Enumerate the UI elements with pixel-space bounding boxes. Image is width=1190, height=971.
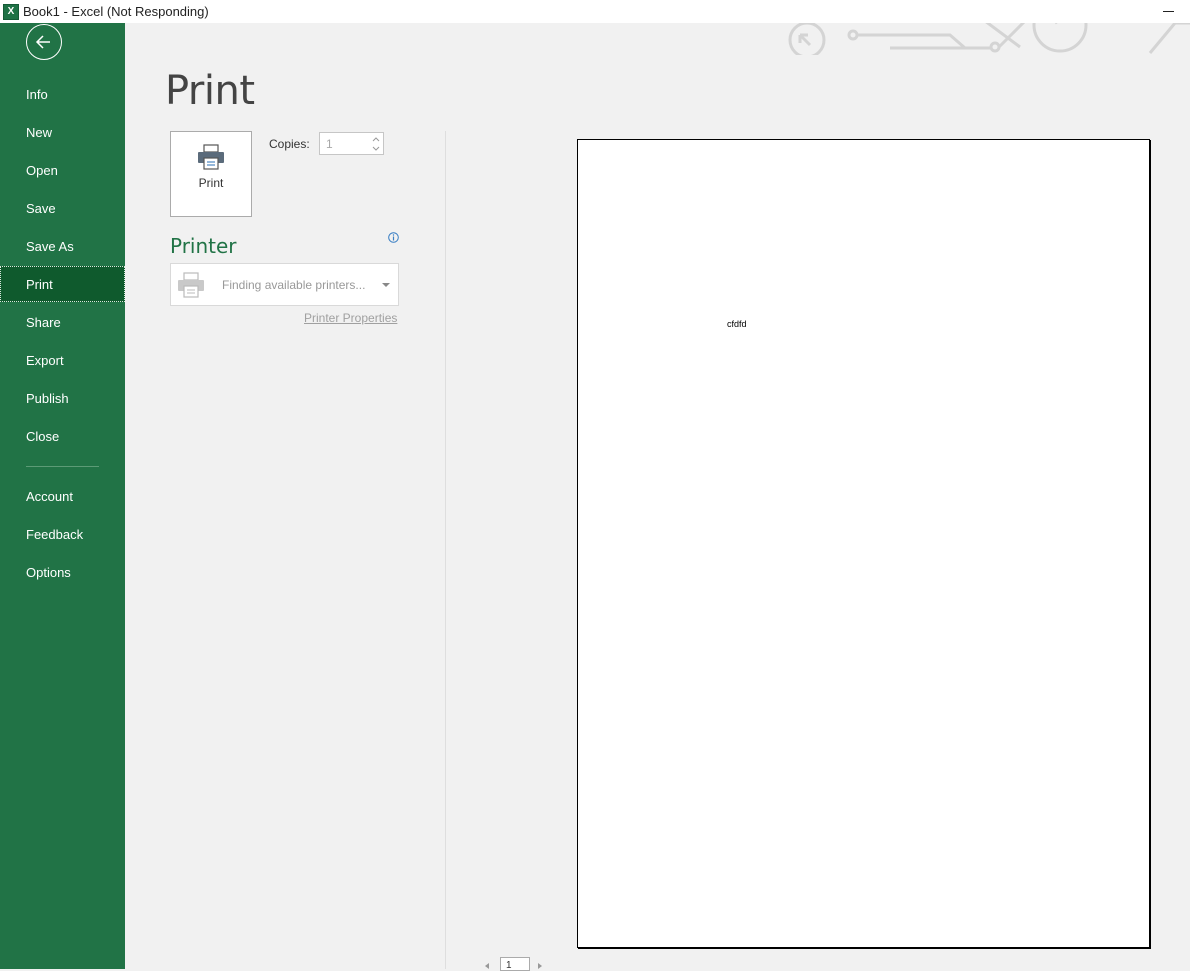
- nav-item-open[interactable]: Open: [0, 152, 125, 188]
- minimize-icon: [1163, 11, 1174, 12]
- print-button-label: Print: [198, 176, 224, 190]
- printer-icon: [178, 271, 204, 298]
- info-icon[interactable]: [388, 232, 399, 243]
- printer-properties-link[interactable]: Printer Properties: [304, 311, 397, 325]
- previous-page-icon[interactable]: [485, 963, 489, 969]
- nav-item-export[interactable]: Export: [0, 342, 125, 378]
- backstage-sidebar: Info New Open Save Save As Print Share E…: [0, 23, 125, 969]
- preview-cell-text: cfdfd: [727, 319, 747, 329]
- nav-item-save[interactable]: Save: [0, 190, 125, 226]
- nav-item-account[interactable]: Account: [0, 478, 125, 514]
- minimize-button[interactable]: [1136, 0, 1182, 23]
- chevron-down-icon: [382, 283, 390, 287]
- title-bar: X Book1 - Excel (Not Responding): [0, 0, 1190, 23]
- copies-stepper[interactable]: 1: [319, 132, 384, 155]
- nav-item-info[interactable]: Info: [0, 76, 125, 112]
- print-preview-page: cfdfd: [577, 139, 1150, 948]
- copies-label: Copies:: [269, 137, 310, 151]
- page-title: Print: [165, 68, 255, 114]
- back-arrow-icon: [35, 35, 50, 49]
- nav-item-print[interactable]: Print: [0, 266, 125, 302]
- nav-separator: [26, 466, 99, 467]
- print-button[interactable]: Print: [170, 131, 252, 217]
- panel-divider: [445, 131, 446, 969]
- nav-item-options[interactable]: Options: [0, 554, 125, 590]
- printer-dropdown[interactable]: Finding available printers...: [170, 263, 399, 306]
- next-page-icon[interactable]: [538, 963, 542, 969]
- nav-item-new[interactable]: New: [0, 114, 125, 150]
- nav-item-save-as[interactable]: Save As: [0, 228, 125, 264]
- nav-item-feedback[interactable]: Feedback: [0, 516, 125, 552]
- nav-item-publish[interactable]: Publish: [0, 380, 125, 416]
- back-button[interactable]: [26, 24, 62, 60]
- printer-dropdown-text: Finding available printers...: [222, 277, 366, 292]
- copies-value: 1: [326, 136, 333, 151]
- spin-arrows-icon[interactable]: [372, 135, 380, 153]
- nav-item-share[interactable]: Share: [0, 304, 125, 340]
- printer-icon: [198, 144, 224, 170]
- circuit-decoration: [788, 23, 1190, 55]
- printer-heading: Printer: [170, 234, 237, 258]
- nav-item-close[interactable]: Close: [0, 418, 125, 454]
- window-title: Book1 - Excel (Not Responding): [23, 4, 209, 19]
- excel-icon: X: [3, 3, 19, 20]
